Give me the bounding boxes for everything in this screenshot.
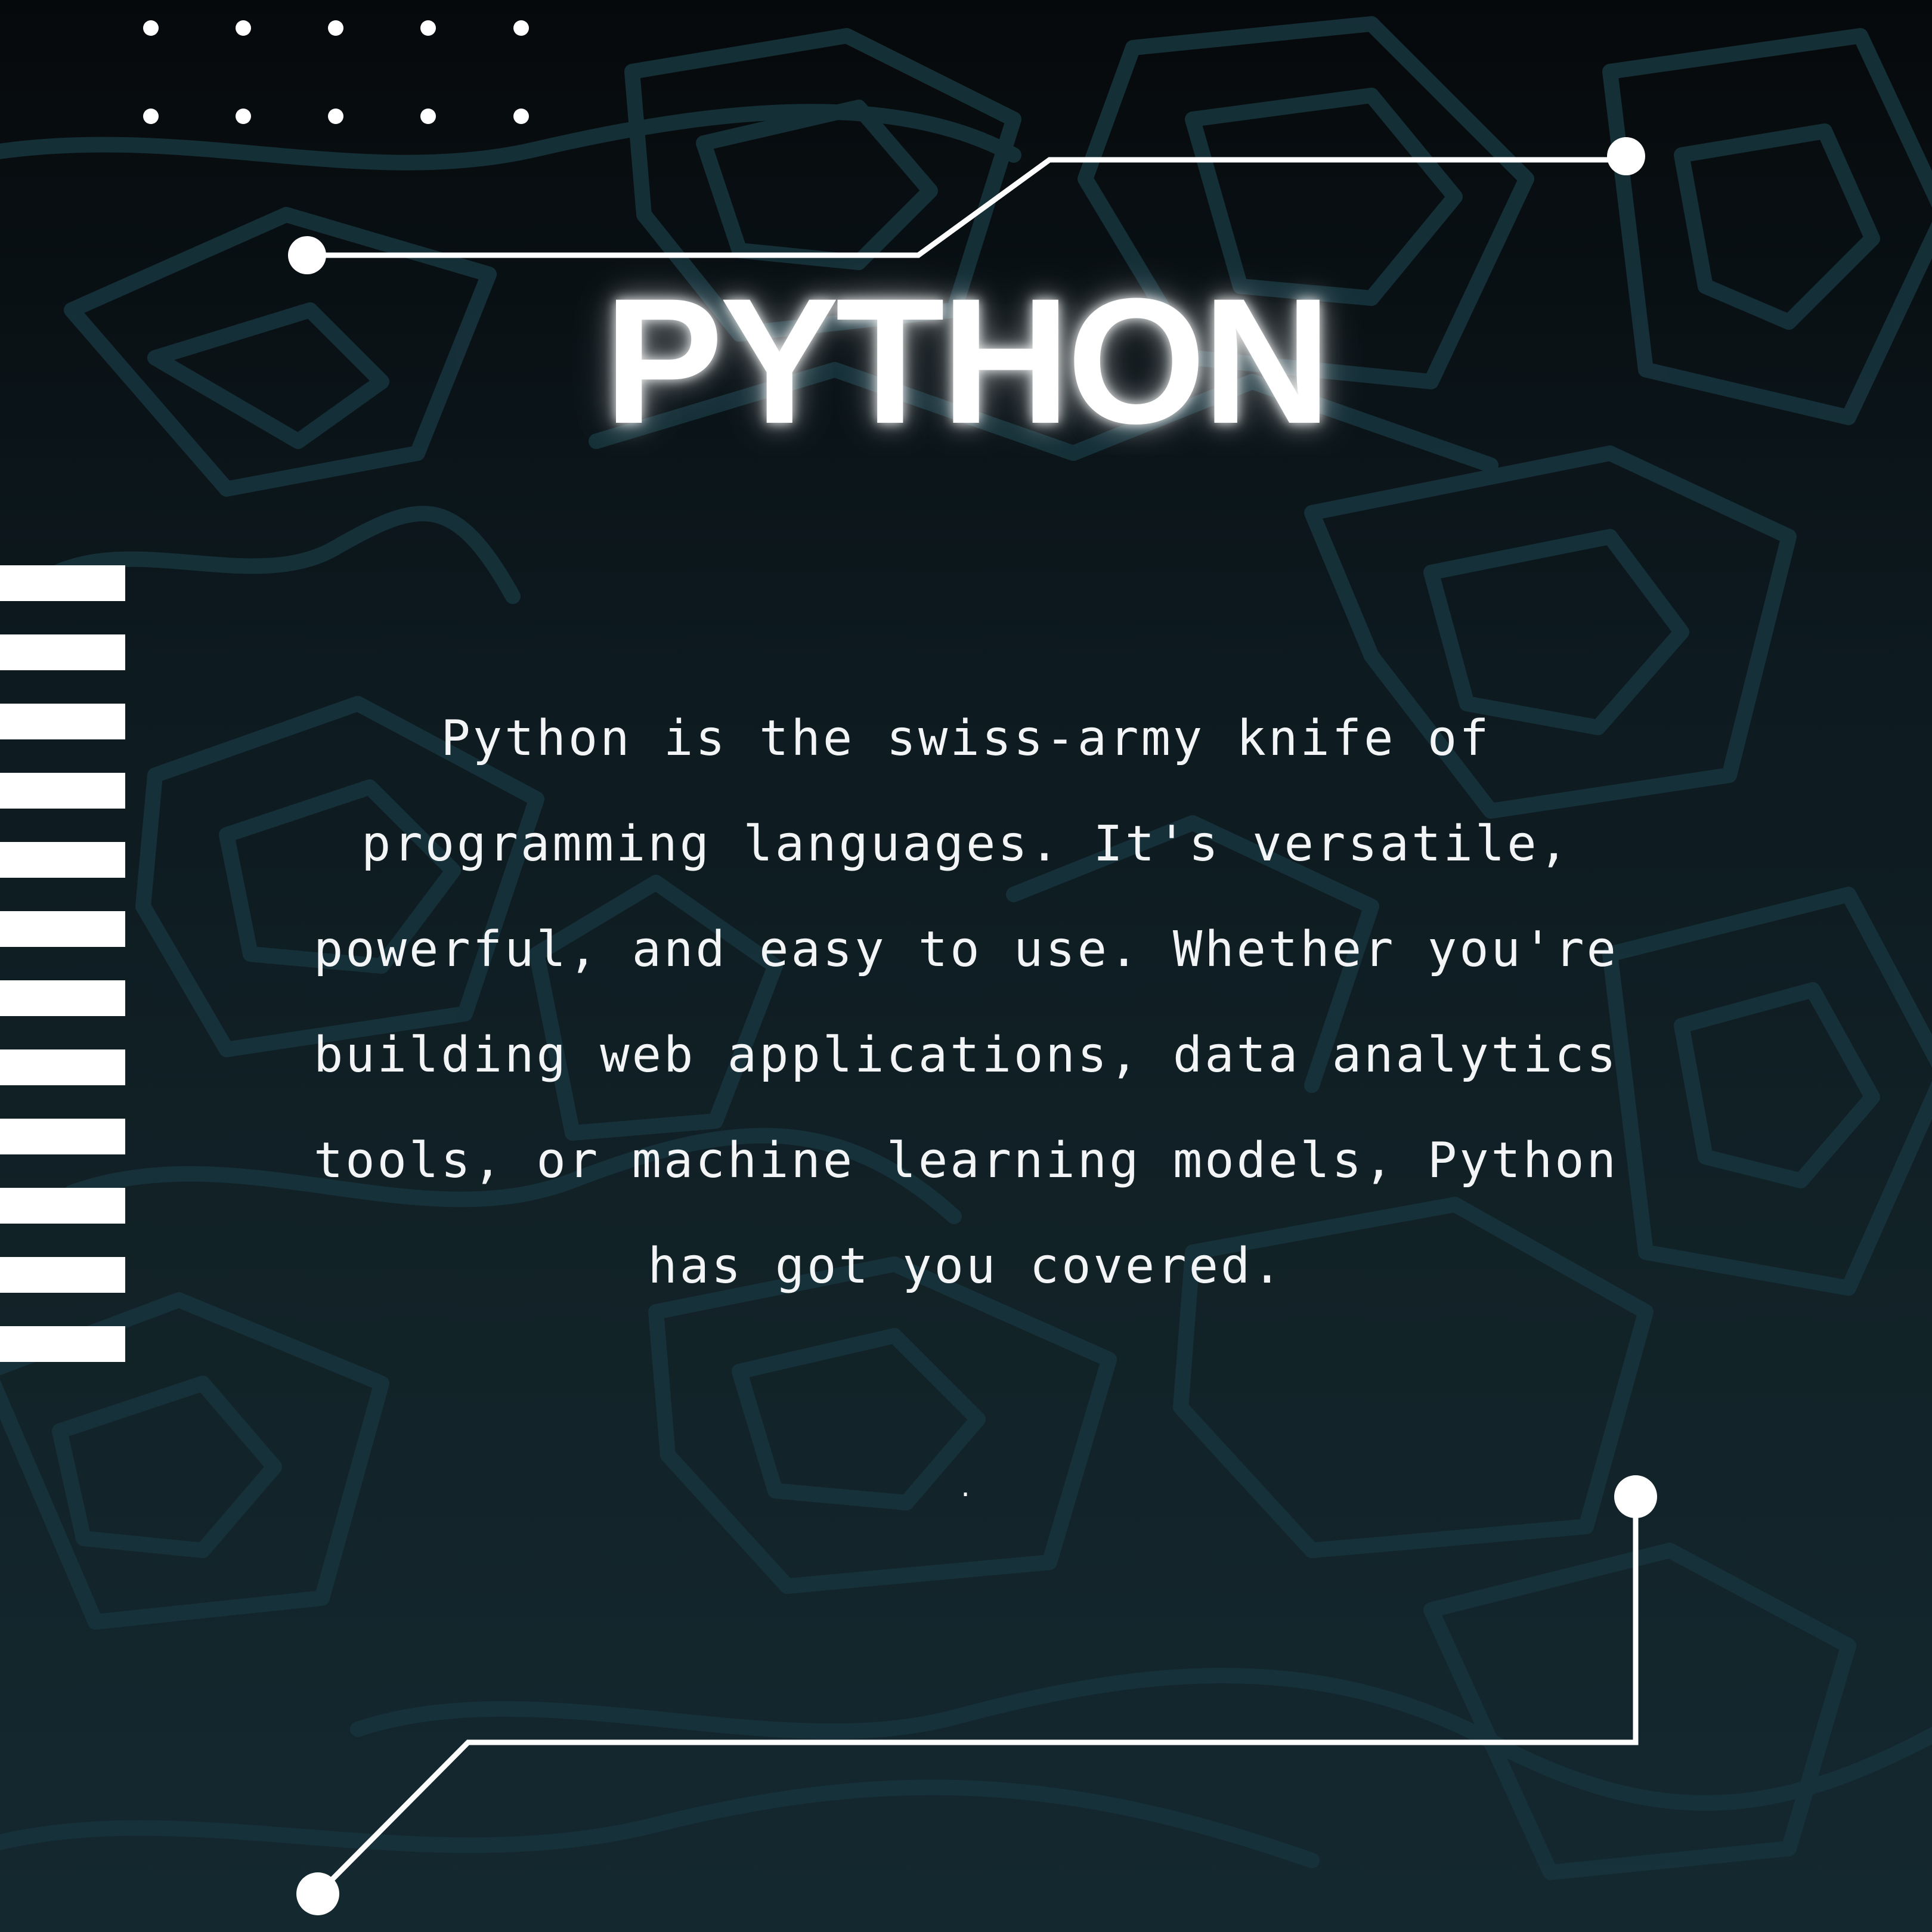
poster: PYTHON Python is the swiss-army knife of… bbox=[0, 0, 1932, 1932]
top-circuit-line bbox=[307, 157, 1626, 258]
page-title: PYTHON bbox=[603, 261, 1332, 461]
top-circuit-node-left bbox=[288, 236, 326, 274]
description-paragraph: Python is the swiss-army knife of progra… bbox=[313, 710, 1619, 1295]
bottom-circuit-node-left bbox=[296, 1872, 339, 1915]
left-stripes bbox=[0, 565, 125, 1362]
bottom-circuit-node-right bbox=[1614, 1475, 1657, 1518]
top-circuit-node-right bbox=[1607, 137, 1645, 175]
stray-mark: . bbox=[958, 1475, 973, 1502]
dot-grid bbox=[143, 20, 529, 124]
bottom-circuit-line bbox=[315, 1497, 1639, 1896]
